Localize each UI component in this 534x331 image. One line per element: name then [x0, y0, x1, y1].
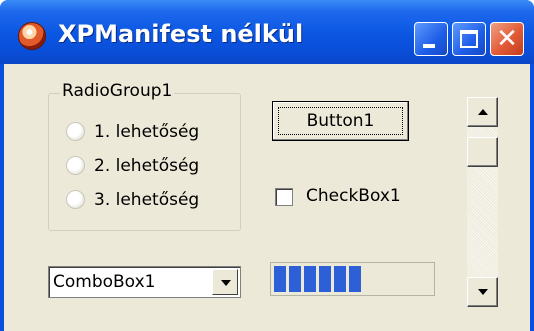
- scroll-down-button[interactable]: [467, 277, 498, 307]
- progress-chunk: [274, 266, 286, 292]
- minimize-icon: [423, 44, 435, 48]
- maximize-button[interactable]: [452, 22, 486, 56]
- progress-chunk: [319, 266, 331, 292]
- scroll-up-button[interactable]: [467, 97, 498, 127]
- application-window: XPManifest nélkül ✕ RadioGroup1 1. lehet…: [0, 0, 534, 331]
- arrow-down-icon: [478, 289, 488, 295]
- progress-fill: [274, 266, 392, 292]
- window-title: XPManifest nélkül: [58, 20, 304, 48]
- combobox1-value[interactable]: ComboBox1: [53, 267, 155, 297]
- progress-chunk: [289, 266, 301, 292]
- maximize-icon: [460, 30, 478, 48]
- button1-label: Button1: [306, 111, 375, 131]
- checkbox1-label[interactable]: CheckBox1: [306, 183, 401, 209]
- radio-circle-icon[interactable]: [66, 156, 85, 175]
- minimize-button[interactable]: [414, 22, 448, 56]
- vertical-scrollbar[interactable]: [467, 97, 498, 307]
- chevron-down-icon: [221, 280, 231, 286]
- radio-option-label: 3. lehetőség: [94, 190, 200, 210]
- radio-group-caption: RadioGroup1: [60, 81, 175, 101]
- radio-circle-icon[interactable]: [66, 122, 85, 141]
- radio-option-label: 1. lehetőség: [94, 122, 200, 142]
- button1[interactable]: Button1: [272, 101, 409, 141]
- progress-chunk: [334, 266, 346, 292]
- title-bar[interactable]: XPManifest nélkül ✕: [0, 0, 534, 64]
- close-button[interactable]: ✕: [490, 22, 524, 56]
- progress-chunk: [349, 266, 361, 292]
- radio-circle-icon[interactable]: [66, 190, 85, 209]
- scroll-thumb[interactable]: [467, 137, 498, 167]
- arrow-up-icon: [478, 109, 488, 115]
- combobox1[interactable]: ComboBox1: [48, 266, 241, 298]
- radio-option-label: 2. lehetőség: [94, 156, 200, 176]
- app-icon[interactable]: [18, 22, 46, 50]
- checkbox1-box[interactable]: [275, 188, 293, 206]
- client-area: RadioGroup1 1. lehetőség 2. lehetőség 3.…: [4, 64, 530, 331]
- combobox1-dropdown-button[interactable]: [212, 269, 238, 295]
- close-icon: ✕: [496, 24, 518, 54]
- progress-chunk: [304, 266, 316, 292]
- progress-bar: [270, 262, 435, 296]
